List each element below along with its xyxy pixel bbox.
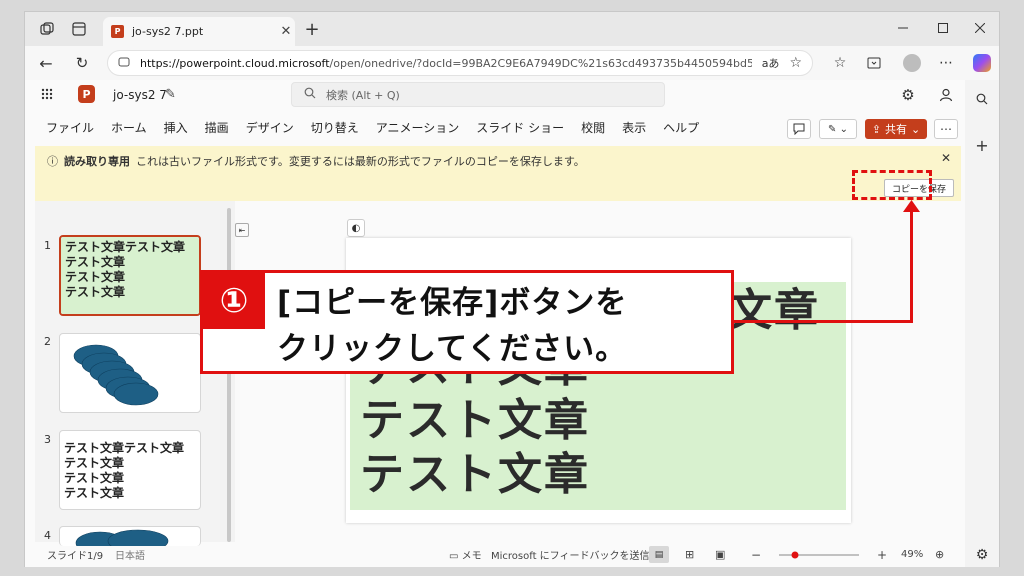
step-number: ①	[203, 273, 265, 329]
share-button[interactable]: ⇪ 共有 ⌄	[865, 119, 927, 139]
menu-transitions[interactable]: 切り替え	[311, 119, 359, 136]
slide-counter: スライド1/9	[47, 551, 104, 562]
minimize-icon[interactable]	[895, 20, 911, 36]
slide-line-4: テスト文章	[360, 449, 590, 500]
normal-view-icon[interactable]: ▤	[649, 546, 669, 563]
app-header: P jo-sys2 7 ✎ 検索 (Alt + Q) ⚙	[25, 80, 965, 110]
slide-line-3: テスト文章	[360, 395, 590, 446]
thumbnail-number: 4	[44, 529, 51, 542]
callout-connector-vertical	[910, 205, 913, 323]
back-arrow-icon[interactable]: ←	[37, 54, 55, 73]
search-placeholder: 検索 (Alt + Q)	[326, 88, 400, 102]
slide-thumbnail-2[interactable]	[59, 333, 201, 413]
new-tab-icon[interactable]: +	[303, 19, 321, 40]
thumbnail-number: 3	[44, 433, 51, 446]
menu-animations[interactable]: アニメーション	[376, 119, 460, 136]
reading-view-icon[interactable]: ▣	[715, 548, 725, 561]
tab-title: jo-sys2 7.ppt	[132, 25, 204, 38]
search-box[interactable]: 検索 (Alt + Q)	[291, 82, 665, 107]
search-icon	[304, 87, 316, 102]
favorites-icon[interactable]: ☆	[831, 54, 849, 72]
read-only-notification: ⓘ 読み取り専用 これは古いファイル形式です。変更するには最新の形式でファイルの…	[35, 146, 961, 201]
document-title[interactable]: jo-sys2 7	[113, 88, 167, 102]
more-options-icon[interactable]: ⋯	[937, 54, 955, 72]
sidebar-add-icon[interactable]: +	[973, 136, 991, 155]
settings-gear-icon[interactable]: ⚙	[899, 86, 917, 104]
notification-close-icon[interactable]: ✕	[939, 151, 953, 165]
window-close-icon[interactable]	[972, 20, 988, 36]
zoom-slider-thumb[interactable]	[791, 551, 799, 559]
site-info-icon[interactable]	[118, 56, 130, 71]
browser-tab[interactable]: P jo-sys2 7.ppt ✕	[103, 17, 295, 46]
status-bar: スライド1/9 日本語 ▭ メモ Microsoft にフィードバックを送信 ▤…	[25, 542, 965, 567]
url-bar[interactable]: https://powerpoint.cloud.microsoft/open/…	[107, 50, 813, 76]
account-person-icon[interactable]	[937, 86, 955, 104]
editing-mode-icon[interactable]: ✎ ⌄	[819, 119, 857, 139]
powerpoint-favicon-icon: P	[111, 25, 124, 38]
copilot-icon[interactable]	[973, 54, 991, 72]
notes-button[interactable]: ▭ メモ	[449, 547, 482, 562]
menu-design[interactable]: デザイン	[246, 119, 294, 136]
language-indicator[interactable]: 日本語	[115, 547, 145, 562]
instruction-line-1: [コピーを保存]ボタンを	[277, 285, 628, 321]
thumbnail-text: テスト文章テスト文章 テスト文章 テスト文章 テスト文章	[61, 237, 199, 314]
slide-thumbnail-3[interactable]: テスト文章テスト文章 テスト文章 テスト文章 テスト文章	[59, 430, 201, 510]
workspaces-icon[interactable]	[39, 21, 55, 37]
slide-sorter-icon[interactable]: ⊞	[685, 548, 694, 561]
designer-icon[interactable]: ◐	[347, 219, 365, 237]
address-bar-row: ← ↻ https://powerpoint.cloud.microsoft/o…	[25, 46, 999, 80]
sidebar-settings-icon[interactable]: ⚙	[973, 546, 991, 564]
callout-connector-horizontal	[734, 320, 913, 323]
menu-draw[interactable]: 描画	[205, 119, 229, 136]
menu-help[interactable]: ヘルプ	[663, 119, 699, 136]
notification-text: ⓘ 読み取り専用 これは古いファイル形式です。変更するには最新の形式でファイルの…	[47, 153, 585, 169]
read-aloud-icon[interactable]: aあ	[762, 55, 780, 71]
comments-icon[interactable]	[787, 119, 811, 139]
notes-icon: ▭	[449, 551, 462, 562]
feedback-link[interactable]: Microsoft にフィードバックを送信	[491, 547, 650, 562]
menu-insert[interactable]: 挿入	[164, 119, 188, 136]
powerpoint-logo-icon[interactable]: P	[78, 85, 95, 103]
favorite-star-icon[interactable]: ☆	[789, 55, 802, 71]
notification-message: これは古いファイル形式です。変更するには最新の形式でファイルのコピーを保存します…	[136, 155, 585, 168]
fit-to-window-icon[interactable]: ⊕	[935, 548, 944, 561]
tab-close-icon[interactable]: ✕	[277, 24, 295, 39]
menu-file[interactable]: ファイル	[46, 119, 94, 136]
maximize-icon[interactable]	[935, 20, 951, 36]
share-icon: ⇪	[871, 122, 881, 136]
sidebar-search-icon[interactable]	[973, 90, 991, 108]
menu-review[interactable]: 校閲	[581, 119, 605, 136]
tab-actions-icon[interactable]	[71, 21, 87, 37]
thumbnail-scrollbar[interactable]	[227, 208, 231, 542]
app-launcher-icon[interactable]	[39, 86, 55, 102]
more-ribbon-icon[interactable]: ⋯	[934, 119, 958, 139]
instruction-callout: ① [コピーを保存]ボタンを クリックしてください。	[200, 270, 734, 374]
profile-avatar[interactable]	[903, 54, 921, 72]
collapse-pane-icon[interactable]: ⇤	[235, 223, 249, 237]
tab-strip: P jo-sys2 7.ppt ✕ +	[25, 12, 999, 46]
url-text: https://powerpoint.cloud.microsoft/open/…	[140, 56, 752, 70]
menu-home[interactable]: ホーム	[111, 119, 147, 136]
disc-stack-image	[73, 344, 159, 406]
instruction-line-2: クリックしてください。	[277, 331, 628, 367]
thumbnail-text: テスト文章テスト文章 テスト文章 テスト文章 テスト文章	[64, 441, 185, 500]
callout-arrow-icon	[903, 200, 920, 212]
edge-sidebar: + ⚙	[965, 80, 999, 567]
slide-thumbnail-1[interactable]: テスト文章テスト文章 テスト文章 テスト文章 テスト文章	[59, 235, 201, 316]
notification-label: 読み取り専用	[64, 155, 130, 168]
info-icon: ⓘ	[47, 155, 58, 168]
thumbnail-number: 2	[44, 335, 51, 348]
edit-off-icon: ✎	[165, 87, 176, 102]
zoom-slider[interactable]	[777, 550, 861, 560]
menu-slideshow[interactable]: スライド ショー	[476, 119, 564, 136]
screenshot-icon[interactable]	[865, 54, 883, 72]
zoom-percentage[interactable]: 49%	[901, 549, 923, 560]
refresh-icon[interactable]: ↻	[73, 54, 91, 72]
zoom-in-icon[interactable]: +	[877, 548, 887, 562]
thumbnail-number: 1	[44, 239, 51, 252]
menu-view[interactable]: 表示	[622, 119, 646, 136]
zoom-out-icon[interactable]: −	[751, 548, 761, 562]
save-copy-highlight	[852, 170, 932, 200]
